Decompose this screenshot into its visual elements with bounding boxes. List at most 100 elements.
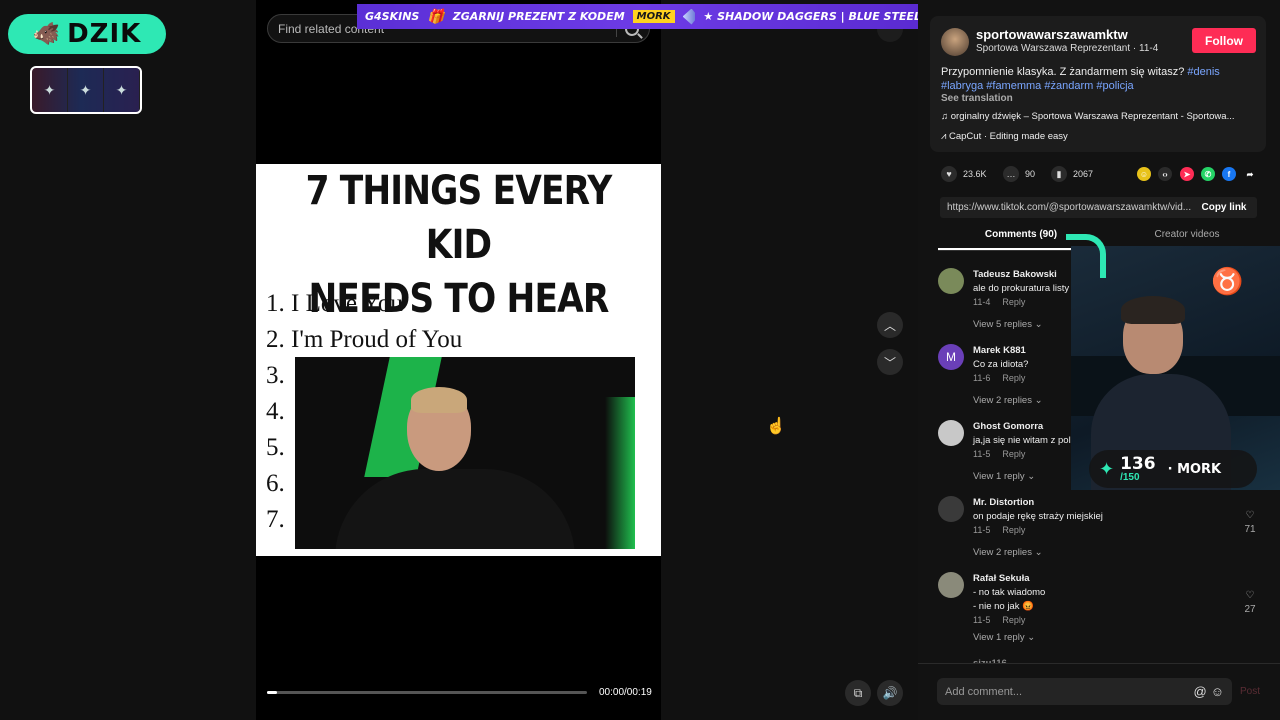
hashtag-link[interactable]: #policja	[1096, 80, 1133, 92]
author-username[interactable]: sportowawarszawamktw	[976, 27, 1128, 42]
commenter-name[interactable]: Mr. Distortion	[973, 497, 1034, 508]
view-replies-button[interactable]: View 5 replies ⌄	[973, 319, 1043, 330]
repost-icon[interactable]: ☺	[1137, 167, 1151, 181]
share-url[interactable]: https://www.tiktok.com/@sportowawarszawa…	[940, 202, 1191, 213]
goal-count: 136	[1120, 453, 1156, 474]
hashtag-link[interactable]: #denis	[1187, 66, 1219, 78]
hashtag-link[interactable]: #labryga	[941, 80, 983, 92]
comment-date: 11-5	[973, 615, 991, 625]
mention-icon[interactable]: @	[1194, 684, 1207, 699]
next-video-button[interactable]: ﹀	[877, 349, 903, 375]
facebook-icon[interactable]: f	[1222, 167, 1236, 181]
streamer-name: · MORK	[1167, 461, 1222, 477]
view-replies-button[interactable]: View 1 reply ⌄	[973, 632, 1035, 643]
commenter-avatar[interactable]	[938, 572, 964, 598]
reply-button[interactable]: Reply	[1002, 297, 1025, 307]
previous-video-button[interactable]: ︿	[877, 312, 903, 338]
volume-icon: 🔊	[882, 686, 898, 700]
meme-title-line1: 7 THINGS EVERY KID	[305, 168, 613, 268]
green-light	[605, 397, 635, 549]
share-arrow-icon[interactable]: ➦	[1243, 167, 1257, 181]
streamer-hair	[1121, 296, 1185, 324]
comment-icon: …	[1003, 166, 1019, 182]
like-count: 23.6K	[963, 169, 987, 179]
goal-icon: ✦	[1099, 458, 1115, 479]
view-replies-button[interactable]: View 1 reply ⌄	[973, 471, 1035, 482]
reply-button[interactable]: Reply	[1002, 449, 1025, 459]
hashtag-link[interactable]: #famemma	[986, 80, 1041, 92]
commenter-avatar[interactable]: M	[938, 344, 964, 370]
comment-input-box[interactable]: @ ☺	[937, 678, 1232, 705]
copy-link-button[interactable]: Copy link	[1191, 202, 1257, 213]
emoji-icon[interactable]: ☺	[1211, 684, 1224, 699]
share-url-box: https://www.tiktok.com/@sportowawarszawa…	[940, 197, 1257, 218]
progress-fill	[267, 691, 277, 694]
comment-text: Co za idiota?	[973, 359, 1029, 370]
person-hair	[411, 387, 467, 413]
save-button[interactable]: ▮ 2067	[1051, 166, 1093, 182]
comment-like-count: 71	[1244, 524, 1256, 535]
send-icon[interactable]: ➤	[1180, 167, 1194, 181]
embed-icon[interactable]: ‹›	[1158, 167, 1172, 181]
sound-link[interactable]: ♫ orginalny dźwięk – Sportowa Warszawa R…	[941, 111, 1261, 122]
reply-button[interactable]: Reply	[1002, 525, 1025, 535]
comment-meta: 11-5 Reply	[973, 525, 1025, 535]
reply-button[interactable]: Reply	[1002, 615, 1025, 625]
post-button[interactable]: Post	[1240, 686, 1260, 697]
commenter-name[interactable]: Tadeusz Bakowski	[973, 269, 1057, 280]
commenter-avatar[interactable]	[938, 420, 964, 446]
comment-date: 11-4	[973, 297, 991, 307]
commenter-name[interactable]: Ghost Gomorra	[973, 421, 1043, 432]
hashtag-link[interactable]: #żandarm	[1044, 80, 1093, 92]
streamer-name-text: MORK	[1177, 461, 1222, 477]
view-replies-button[interactable]: View 2 replies ⌄	[973, 395, 1043, 406]
bull-icon: 🐗	[32, 21, 62, 47]
description-text: Przypomnienie klasyka. Z żandarmem się w…	[941, 66, 1185, 78]
comment-like-icon[interactable]: ♡	[1242, 510, 1258, 521]
gift-icon: 🎁	[427, 8, 445, 25]
commenter-avatar[interactable]	[938, 268, 964, 294]
comment-like-icon[interactable]: ♡	[1242, 590, 1258, 601]
save-count: 2067	[1073, 169, 1094, 179]
capcut-link[interactable]: ⩘ CapCut · Editing made easy	[941, 131, 1068, 142]
reply-button[interactable]: Reply	[1002, 373, 1025, 383]
comment-text: ja,ja się nie witam z policją	[973, 435, 1085, 446]
comment-meta: 11-4 Reply	[973, 297, 1025, 307]
comment-text-line2: - nie no jak 😡	[973, 601, 1034, 612]
commenter-name[interactable]: Rafał Sekuła	[973, 573, 1030, 584]
pip-button[interactable]: ⧉	[845, 680, 871, 706]
capcut-icon: ⩘	[941, 131, 949, 142]
comment-meta: 11-5 Reply	[973, 449, 1025, 459]
neon-bull-icon: ♉	[1211, 266, 1244, 296]
view-replies-button[interactable]: View 2 replies ⌄	[973, 547, 1043, 558]
accent-stripe	[1066, 234, 1106, 278]
like-button[interactable]: ♥ 23.6K	[941, 166, 987, 182]
comment-meta: 11-6 Reply	[973, 373, 1025, 383]
comment-input[interactable]	[945, 685, 1190, 698]
commenter-name[interactable]: Marek K881	[973, 345, 1026, 356]
chevron-up-icon: ︿	[883, 318, 896, 333]
commenter-avatar[interactable]	[938, 496, 964, 522]
whatsapp-icon[interactable]: ✆	[1201, 167, 1215, 181]
promo-banner: G4SKINS 🎁 ZGARNIJ PREZENT Z KODEM MORK ★…	[357, 4, 929, 29]
comment-count: 90	[1025, 169, 1036, 179]
author-subline: Sportowa Warszawa Reprezentant · 11-4	[976, 43, 1159, 54]
follow-button[interactable]: Follow	[1192, 28, 1256, 53]
hand-cursor-icon: ☝	[766, 418, 786, 435]
comment-text: - no tak wiadomo	[973, 587, 1046, 598]
volume-button[interactable]: 🔊	[877, 680, 903, 706]
comment-button[interactable]: … 90	[1003, 166, 1035, 182]
video-progress-bar[interactable]	[267, 691, 587, 694]
comment-text: ale do prokuratura listy	[973, 283, 1070, 294]
promo-item: ★ SHADOW DAGGERS | BLUE STEEL	[703, 10, 921, 23]
thumb-item: ✦	[68, 68, 104, 112]
thumb-item: ✦	[32, 68, 68, 112]
promo-thumbnail: ✦ ✦ ✦	[30, 66, 142, 114]
chevron-down-icon: ﹀	[883, 355, 896, 370]
comment-date: 11-5	[973, 525, 991, 535]
see-translation-link[interactable]: See translation	[941, 93, 1013, 104]
capcut-text: CapCut · Editing made easy	[949, 131, 1068, 142]
comment-item: Rafał Sekuła - no tak wiadomo - nie no j…	[938, 572, 1262, 652]
author-avatar[interactable]	[941, 28, 969, 56]
logo-text: DZIK	[67, 19, 142, 49]
